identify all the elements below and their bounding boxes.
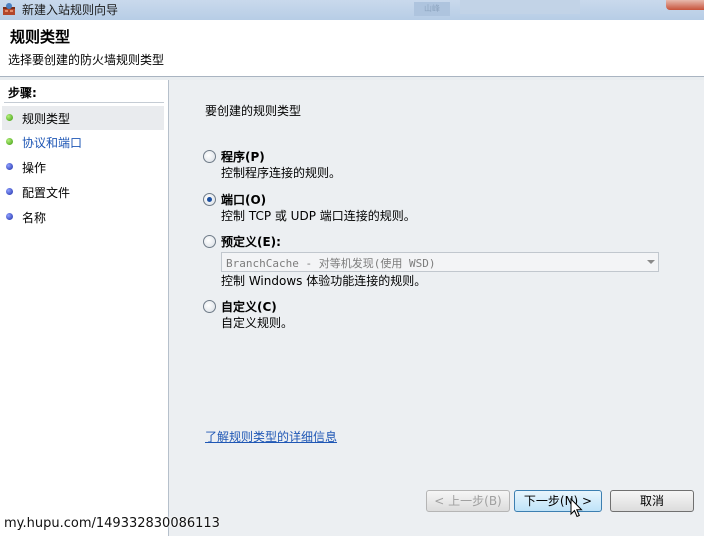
step-complete-icon [6,138,13,145]
sidebar-item-label: 协议和端口 [22,136,83,150]
question-label: 要创建的规则类型 [205,104,302,118]
steps-sidebar: 步骤: 规则类型 协议和端口 操作 配置文件 名称 [0,80,169,536]
title-bar: 新建入站规则向导 山峰 [0,0,704,20]
steps-divider [4,102,164,103]
back-button[interactable]: < 上一步(B) [426,490,510,512]
step-pending-icon [6,213,13,220]
predefined-rule-value: BranchCache - 对等机发现(使用 WSD) [226,257,436,270]
close-button[interactable] [666,0,704,10]
port-option-desc: 控制 TCP 或 UDP 端口连接的规则。 [221,209,416,223]
program-option-desc: 控制程序连接的规则。 [221,166,342,180]
sidebar-item-rule-type[interactable]: 规则类型 [2,106,164,130]
sidebar-item-profile[interactable]: 配置文件 [2,180,164,204]
firewall-app-icon [3,3,15,15]
sidebar-item-label: 操作 [22,161,47,175]
sidebar-item-label: 配置文件 [22,186,71,200]
program-radio[interactable] [203,150,216,163]
sidebar-item-label: 名称 [22,211,47,225]
predefined-rule-select[interactable]: BranchCache - 对等机发现(使用 WSD) [221,252,659,272]
step-pending-icon [6,188,13,195]
background-window-strip [460,0,580,14]
learn-more-link[interactable]: 了解规则类型的详细信息 [205,428,337,445]
background-window-tab: 山峰 [414,2,450,16]
sidebar-item-protocol-ports[interactable]: 协议和端口 [2,130,164,154]
custom-radio[interactable] [203,300,216,313]
window-title: 新建入站规则向导 [22,3,119,17]
step-pending-icon [6,163,13,170]
chevron-down-icon [647,260,655,264]
step-complete-icon [6,114,13,121]
predefined-radio[interactable] [203,235,216,248]
program-option-title: 程序(P) [221,150,265,164]
page-subtitle: 选择要创建的防火墙规则类型 [8,53,165,67]
sidebar-item-name[interactable]: 名称 [2,205,164,229]
cancel-button[interactable]: 取消 [610,490,694,512]
port-radio[interactable] [203,193,216,206]
predefined-option-desc: 控制 Windows 体验功能连接的规则。 [221,274,427,288]
page-title: 规则类型 [10,28,71,46]
custom-option-desc: 自定义规则。 [221,316,294,330]
steps-heading: 步骤: [8,86,37,100]
port-option-title: 端口(O) [221,193,267,207]
custom-option-title: 自定义(C) [221,300,277,314]
sidebar-item-action[interactable]: 操作 [2,155,164,179]
wizard-content: 要创建的规则类型 程序(P) 控制程序连接的规则。 端口(O) 控制 TCP 或… [169,80,704,536]
watermark: my.hupu.com/149332830086113 [4,516,220,531]
next-button[interactable]: 下一步(N) > [514,490,602,512]
mouse-cursor-icon [570,498,583,518]
predefined-option-title: 预定义(E): [221,235,281,249]
sidebar-item-label: 规则类型 [22,112,71,126]
wizard-header: 规则类型 选择要创建的防火墙规则类型 [0,20,704,77]
